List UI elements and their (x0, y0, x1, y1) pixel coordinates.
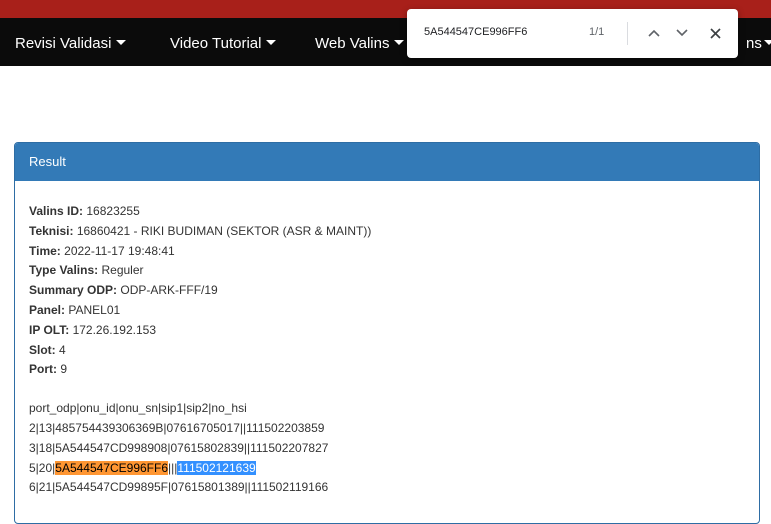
close-icon (709, 27, 721, 39)
teknisi-line: Teknisi: 16860421 - RIKI BUDIMAN (SEKTOR… (29, 222, 759, 242)
find-input[interactable]: 5A544547CE996FF6 (424, 26, 527, 38)
time-value: 2022-11-17 19:48:41 (64, 243, 175, 258)
nav-web-valins-label: Web Valins (315, 35, 390, 52)
type-line: Type Valins: Reguler (29, 261, 759, 281)
panel-value: PANEL01 (68, 302, 121, 317)
slot-line: Slot: 4 (29, 341, 759, 361)
summary-odp-label: Summary ODP: (29, 283, 118, 298)
caret-down-icon (763, 40, 771, 45)
nav-web-valins[interactable]: Web Valins (315, 35, 405, 52)
panel-title: Result (15, 143, 759, 181)
valins-id-label: Valins ID: (29, 204, 84, 218)
text-selection: 111502121639 (177, 460, 256, 475)
find-close-button[interactable] (705, 23, 725, 43)
nav-video-tutorial[interactable]: Video Tutorial (170, 35, 277, 52)
valins-id-value: 16823255 (86, 204, 140, 218)
port-label: Port: (29, 362, 57, 377)
caret-down-icon (394, 40, 405, 45)
table-row: 6|21|5A544547CD99895F|07615801389||11150… (29, 480, 329, 495)
find-next-button[interactable] (672, 23, 692, 43)
nav-revisi-validasi[interactable]: Revisi Validasi (15, 35, 127, 52)
port-line: Port: 9 (29, 360, 759, 380)
summary-odp-value: ODP-ARK-FFF/19 (120, 283, 218, 298)
caret-down-icon (116, 40, 127, 45)
valins-id-line: Valins ID: 16823255 (29, 202, 759, 222)
table-row-highlighted: 5|20|5A544547CE996FF6|||111502121639 (29, 459, 759, 479)
row-middle: ||| (168, 460, 178, 475)
summary-odp-line: Summary ODP: ODP-ARK-FFF/19 (29, 281, 759, 301)
find-in-page-bar: 5A544547CE996FF6 1/1 (407, 9, 738, 58)
nav-revisi-validasi-label: Revisi Validasi (15, 35, 112, 52)
teknisi-value: 16860421 - RIKI BUDIMAN (SEKTOR (ASR & M… (76, 223, 372, 238)
caret-down-icon (266, 40, 277, 45)
table-row: 2|13|485754439306369B|07616705017||11150… (29, 420, 325, 435)
table-header-line: port_odp|onu_id|onu_sn|sip1|sip2|no_hsi (29, 401, 247, 416)
ip-olt-line: IP OLT: 172.26.192.153 (29, 321, 759, 341)
table-row: 3|18|5A544547CD998908|07615802839||11150… (29, 440, 329, 455)
nav-item-partial[interactable]: ns (746, 36, 771, 52)
panel-label: Panel: (29, 302, 66, 317)
time-label: Time: (29, 243, 61, 258)
find-match-highlight: 5A544547CE996FF6 (55, 460, 169, 475)
nav-video-tutorial-label: Video Tutorial (170, 35, 262, 52)
find-divider (627, 22, 628, 45)
ip-olt-label: IP OLT: (29, 322, 70, 337)
slot-value: 4 (59, 342, 66, 357)
time-line: Time: 2022-11-17 19:48:41 (29, 242, 759, 262)
slot-label: Slot: (29, 342, 56, 357)
chevron-down-icon (676, 29, 688, 37)
result-panel: Result Valins ID: 16823255 Teknisi: 1686… (14, 142, 760, 524)
row-prefix: 5|20| (29, 460, 56, 475)
find-match-count: 1/1 (589, 26, 605, 38)
ip-olt-value: 172.26.192.153 (72, 322, 156, 337)
chevron-up-icon (648, 29, 660, 37)
nav-item-partial-label: ns (746, 35, 762, 52)
type-value: Reguler (101, 263, 144, 278)
teknisi-label: Teknisi: (29, 223, 74, 238)
result-body: Valins ID: 16823255 Teknisi: 16860421 - … (15, 181, 759, 498)
port-value: 9 (60, 362, 68, 377)
type-label: Type Valins: (29, 263, 99, 278)
panel-line: Panel: PANEL01 (29, 301, 759, 321)
find-previous-button[interactable] (644, 23, 664, 43)
